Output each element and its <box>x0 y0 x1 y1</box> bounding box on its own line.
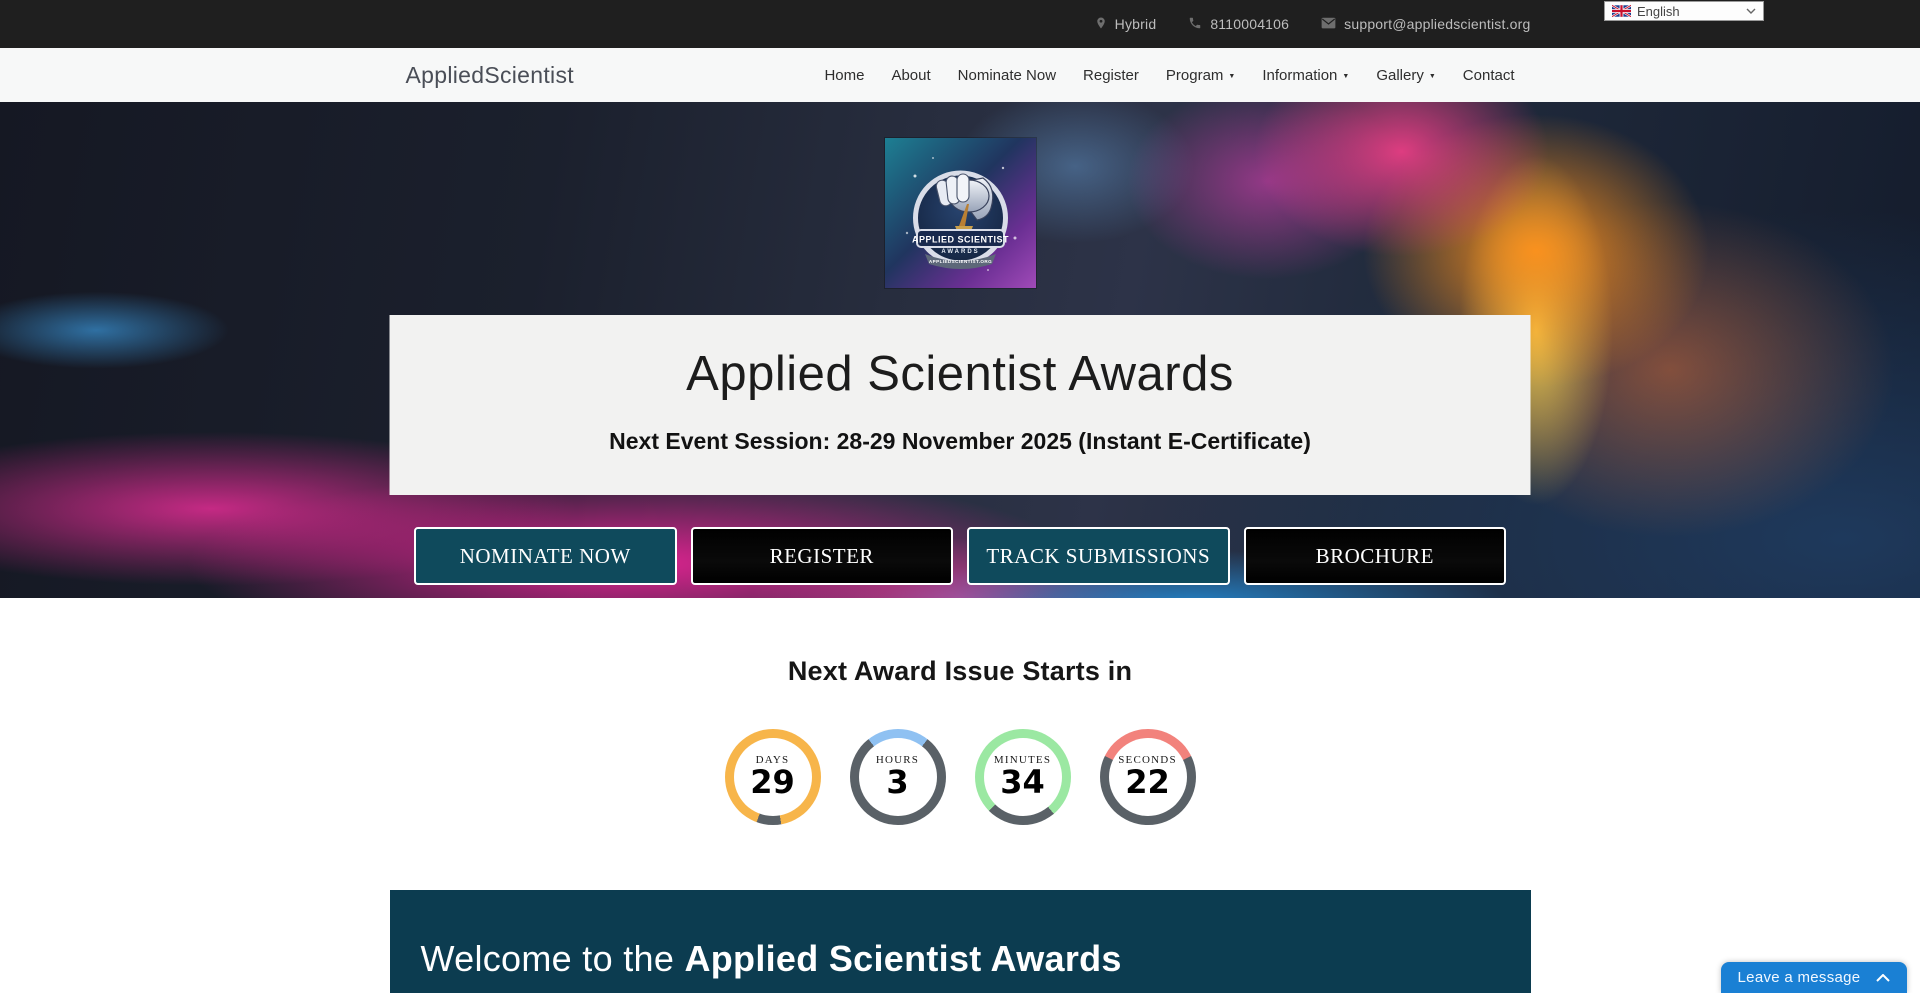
register-button[interactable]: REGISTER <box>691 527 954 585</box>
location-pin-icon <box>1095 16 1107 33</box>
event-mode-label: Hybrid <box>1115 16 1157 32</box>
phone-contact[interactable]: 8110004106 <box>1188 16 1289 33</box>
chevron-down-icon <box>1746 8 1756 14</box>
countdown-days-circle: DAYS 29 <box>725 729 821 825</box>
hero-action-buttons: NOMINATE NOW REGISTER TRACK SUBMISSIONS … <box>414 527 1506 585</box>
event-mode: Hybrid <box>1095 16 1157 33</box>
countdown-seconds-value: 22 <box>1125 766 1170 800</box>
top-bar: Hybrid 8110004106 support@appliedscienti… <box>0 0 1920 48</box>
email-address[interactable]: support@appliedscientist.org <box>1344 16 1530 32</box>
nav-item-contact[interactable]: Contact <box>1463 67 1515 84</box>
hero-section: APPLIED SCIENTIST AWARDS APPLIEDSCIENTIS… <box>0 102 1920 598</box>
track-submissions-button[interactable]: TRACK SUBMISSIONS <box>967 527 1230 585</box>
awards-logo-image: APPLIED SCIENTIST AWARDS APPLIEDSCIENTIS… <box>885 138 1036 288</box>
logo-awards-text: AWARDS <box>941 249 979 255</box>
countdown-seconds-circle: SECONDS 22 <box>1100 729 1196 825</box>
uk-flag-icon <box>1612 5 1631 17</box>
countdown-hours-value: 3 <box>886 766 908 800</box>
hero-title-panel: Applied Scientist Awards Next Event Sess… <box>390 315 1531 495</box>
countdown-hours-circle: HOURS 3 <box>850 729 946 825</box>
dropdown-caret-icon: ▼ <box>1342 73 1349 80</box>
nav-item-about[interactable]: About <box>891 67 930 84</box>
logo-title-text: APPLIED SCIENTIST <box>912 235 1009 245</box>
chat-widget-button[interactable]: Leave a message <box>1721 962 1907 993</box>
nav-item-program[interactable]: Program▼ <box>1166 67 1235 84</box>
site-logo-text[interactable]: AppliedScientist <box>406 62 574 89</box>
phone-icon <box>1188 16 1202 33</box>
countdown-minutes-value: 34 <box>1000 766 1045 800</box>
nav-item-information[interactable]: Information▼ <box>1262 67 1349 84</box>
nominate-now-button[interactable]: NOMINATE NOW <box>414 527 677 585</box>
email-contact[interactable]: support@appliedscientist.org <box>1321 16 1530 32</box>
main-navigation: AppliedScientist Home About Nominate Now… <box>0 48 1920 102</box>
nav-item-nominate-now[interactable]: Nominate Now <box>958 67 1056 84</box>
welcome-section: Welcome to the Applied Scientist Awards <box>390 890 1531 993</box>
countdown-timer: DAYS 29 HOURS 3 MINUTES 34 SECONDS 22 <box>0 729 1920 825</box>
logo-ribbon-text: APPLIEDSCIENTIST.ORG <box>929 259 992 264</box>
nav-menu: Home About Nominate Now Register Program… <box>824 67 1514 84</box>
welcome-heading: Welcome to the Applied Scientist Awards <box>421 938 1500 980</box>
envelope-icon <box>1321 16 1336 32</box>
page-title: Applied Scientist Awards <box>390 315 1531 402</box>
countdown-days-value: 29 <box>750 766 795 800</box>
countdown-heading: Next Award Issue Starts in <box>0 656 1920 687</box>
next-event-session-text: Next Event Session: 28-29 November 2025 … <box>390 428 1531 455</box>
welcome-highlight: Applied Scientist Awards <box>684 938 1121 979</box>
language-selected-label: English <box>1637 4 1680 19</box>
phone-number[interactable]: 8110004106 <box>1210 16 1289 32</box>
language-selector[interactable]: English <box>1604 1 1764 21</box>
chat-widget-label: Leave a message <box>1738 969 1861 986</box>
dropdown-caret-icon: ▼ <box>1429 73 1436 80</box>
welcome-prefix: Welcome to the <box>421 938 685 979</box>
countdown-section: Next Award Issue Starts in DAYS 29 HOURS… <box>0 598 1920 890</box>
brochure-button[interactable]: BROCHURE <box>1244 527 1507 585</box>
dropdown-caret-icon: ▼ <box>1228 73 1235 80</box>
countdown-minutes-circle: MINUTES 34 <box>975 729 1071 825</box>
nav-item-register[interactable]: Register <box>1083 67 1139 84</box>
nav-item-gallery[interactable]: Gallery▼ <box>1376 67 1435 84</box>
nav-item-home[interactable]: Home <box>824 67 864 84</box>
chevron-up-icon <box>1876 969 1890 986</box>
